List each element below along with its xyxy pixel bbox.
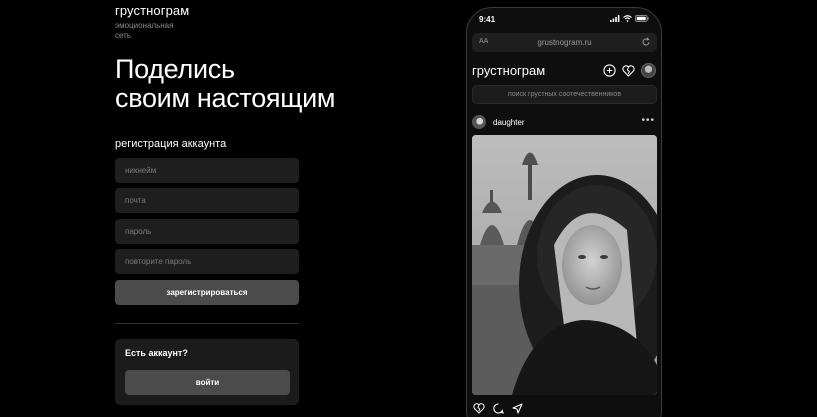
search-input[interactable]: поиск грустных соотечественников: [472, 85, 657, 104]
post-header: daughter •••: [472, 115, 657, 131]
app-header-icons: [603, 63, 656, 78]
post-username[interactable]: daughter: [493, 118, 525, 127]
brand-name: грустнограм: [115, 3, 190, 18]
broken-heart-icon[interactable]: [473, 403, 485, 414]
divider: [115, 323, 299, 324]
more-options-icon[interactable]: •••: [641, 115, 655, 126]
url-text: grustnogram.ru: [537, 38, 592, 47]
repeat-password-field[interactable]: повторите пароль: [115, 249, 299, 274]
email-field[interactable]: почта: [115, 188, 299, 213]
wifi-icon: [623, 15, 632, 22]
registration-title: регистрация аккаунта: [115, 138, 227, 150]
brand-tagline-2: сеть: [115, 31, 132, 40]
post-photo[interactable]: [472, 135, 657, 395]
signal-icon: [610, 15, 620, 22]
broken-heart-icon[interactable]: [622, 64, 635, 77]
password-field[interactable]: пароль: [115, 219, 299, 244]
post-photo-illustration: [472, 135, 657, 395]
send-icon[interactable]: [512, 403, 523, 414]
battery-icon: [635, 15, 649, 22]
hero-line-1: Поделись: [115, 54, 235, 84]
avatar[interactable]: [641, 63, 656, 78]
app-title[interactable]: грустнограм: [472, 63, 545, 78]
reload-icon[interactable]: [641, 37, 651, 47]
nickname-field[interactable]: никнейм: [115, 158, 299, 183]
brand[interactable]: грустнограм эмоциональная сеть: [115, 3, 189, 41]
hero-line-2: своим настоящим: [115, 83, 336, 113]
login-card: Есть аккаунт? войти: [115, 339, 299, 405]
browser-url-bar[interactable]: AA grustnogram.ru: [472, 33, 657, 52]
status-bar: 9:41: [467, 8, 661, 30]
status-icons: [610, 15, 649, 22]
plus-circle-icon[interactable]: [603, 64, 616, 77]
register-button[interactable]: зарегистрироваться: [115, 280, 299, 305]
hero-heading: Поделись своим настоящим: [115, 54, 336, 113]
login-button[interactable]: войти: [125, 370, 290, 395]
post-avatar[interactable]: [472, 115, 486, 129]
brand-tagline-1: эмоциональная: [115, 21, 174, 30]
login-question: Есть аккаунт?: [125, 348, 188, 358]
status-time: 9:41: [479, 15, 496, 24]
post-actions: [473, 403, 523, 414]
comment-icon[interactable]: [493, 403, 504, 414]
phone-mockup: 9:41 AA grustnogram.ru грустнограм поиск…: [466, 7, 662, 417]
